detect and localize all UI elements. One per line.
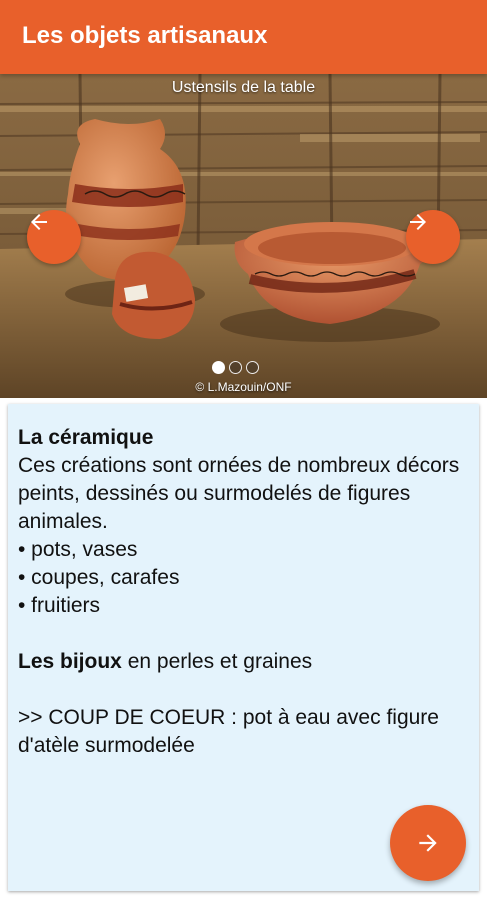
bullet-item: • coupes, carafes bbox=[18, 566, 180, 589]
app-bar: Les objets artisanaux bbox=[0, 0, 487, 74]
carousel-caption: Ustensils de la table bbox=[171, 79, 316, 96]
arrow-right-icon bbox=[410, 214, 426, 230]
arrow-right-icon bbox=[419, 834, 437, 852]
arrow-left-icon bbox=[31, 214, 47, 230]
bijoux-heading: Les bijoux bbox=[18, 650, 122, 673]
page-dot-3[interactable] bbox=[246, 361, 259, 374]
ceramique-heading: La céramique bbox=[18, 426, 154, 449]
bijoux-description: en perles et graines bbox=[121, 650, 313, 673]
carousel-page-indicator bbox=[212, 361, 259, 374]
page-dot-2[interactable] bbox=[229, 361, 242, 374]
next-image-button[interactable] bbox=[406, 210, 460, 264]
next-page-button[interactable] bbox=[390, 805, 466, 881]
bullet-item: • pots, vases bbox=[18, 538, 138, 561]
app-title: Les objets artisanaux bbox=[22, 22, 268, 49]
previous-image-button[interactable] bbox=[27, 210, 81, 264]
ceramique-description: Ces créations sont ornées de nombreux dé… bbox=[18, 454, 460, 533]
bullet-item: • fruitiers bbox=[18, 594, 101, 617]
photo-credit: © L.Mazouin/ONF bbox=[195, 380, 292, 394]
bijoux-line: Les bijoux en perles et graines bbox=[18, 648, 468, 676]
page-dot-1[interactable] bbox=[212, 361, 225, 374]
description-text: La céramique Ces créations sont ornées d… bbox=[18, 424, 468, 760]
image-carousel[interactable]: Ustensils de la table © L.Mazouin/ONF bbox=[0, 74, 487, 398]
coup-de-coeur-text: >> COUP DE COEUR : pot à eau avec figure… bbox=[18, 706, 439, 757]
